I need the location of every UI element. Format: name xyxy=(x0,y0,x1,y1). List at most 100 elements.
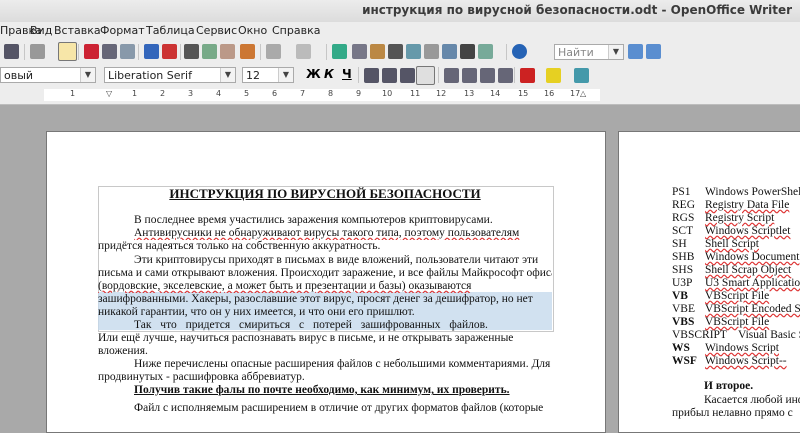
desc-cell[interactable]: Windows Script xyxy=(705,342,779,355)
ext-cell[interactable]: WS xyxy=(672,342,690,355)
paste-icon[interactable] xyxy=(220,44,235,59)
paragraph-line[interactable]: Файл с исполняемым расширением в отличие… xyxy=(98,402,552,415)
find-previous-up-icon[interactable] xyxy=(646,44,661,59)
ext-cell[interactable]: SH xyxy=(672,238,687,251)
ext-cell[interactable]: VBSCRIPT xyxy=(672,329,727,342)
tab-marker-icon[interactable]: △ xyxy=(580,89,586,98)
paragraph-line[interactable]: зашифрованными. Хакеры, разославшие этот… xyxy=(98,293,552,306)
paragraph-line[interactable]: Так что придется смириться с потерей заш… xyxy=(98,319,552,332)
ext-cell[interactable]: REG xyxy=(672,199,695,212)
align-center-icon[interactable] xyxy=(382,68,397,83)
desc-cell[interactable]: Registry Data File xyxy=(705,199,789,212)
format-paintbrush-icon[interactable] xyxy=(240,44,255,59)
edit-file-icon[interactable] xyxy=(30,44,45,59)
desc-cell[interactable]: VBScript Encoded Script xyxy=(705,303,800,316)
align-left-icon[interactable] xyxy=(364,68,379,83)
chevron-down-icon[interactable]: ▼ xyxy=(278,68,293,82)
paragraph-line[interactable]: письма и сами открывают вложения. Происх… xyxy=(98,267,552,280)
menu-help[interactable]: Справка xyxy=(272,24,320,37)
paragraph-line[interactable]: вложения. xyxy=(98,345,552,358)
paragraph-line[interactable]: никакой гарантии, что он у них имеется, … xyxy=(98,306,552,319)
help-icon[interactable] xyxy=(512,44,527,59)
bullets-icon[interactable] xyxy=(462,68,477,83)
underline-button[interactable]: Ч xyxy=(342,67,352,81)
desc-cell[interactable]: Registry Script xyxy=(705,212,774,225)
chevron-down-icon[interactable]: ▼ xyxy=(220,68,235,82)
paragraph-line[interactable]: прибыл нелавно прямо с xyxy=(672,407,793,420)
numbering-icon[interactable] xyxy=(444,68,459,83)
horizontal-ruler[interactable]: 1 ▽ 1 2 3 4 5 6 7 8 9 10 11 12 13 14 15 … xyxy=(44,89,600,101)
autospellcheck-icon[interactable] xyxy=(162,44,177,59)
paragraph-line[interactable]: Ниже перечислены опасные расширения файл… xyxy=(98,358,552,371)
align-right-icon[interactable] xyxy=(400,68,415,83)
chevron-down-icon[interactable]: ▼ xyxy=(608,45,623,59)
desc-cell[interactable]: VBScript File xyxy=(705,290,769,303)
font-name-select[interactable]: Liberation Serif ▼ xyxy=(104,67,236,83)
paragraph-style-select[interactable]: овый ▼ xyxy=(0,67,96,83)
save-icon[interactable] xyxy=(4,44,19,59)
menu-table[interactable]: Таблица xyxy=(146,24,195,37)
gallery-icon[interactable] xyxy=(424,44,439,59)
desc-cell[interactable]: Windows PowerShell xyxy=(705,186,800,199)
ext-cell[interactable]: VB xyxy=(672,290,688,303)
copy-icon[interactable] xyxy=(202,44,217,59)
highlighting-icon[interactable] xyxy=(546,68,561,83)
menu-insert[interactable]: Вставка xyxy=(54,24,101,37)
menu-window[interactable]: Окно xyxy=(238,24,267,37)
nonprinting-chars-icon[interactable] xyxy=(460,44,475,59)
table-icon[interactable] xyxy=(352,44,367,59)
export-pdf-icon[interactable] xyxy=(84,44,99,59)
hyperlink-icon[interactable] xyxy=(332,44,347,59)
ext-cell[interactable]: WSF xyxy=(672,355,697,368)
desc-cell[interactable]: Shell Scrap Object xyxy=(705,264,791,277)
cut-icon[interactable] xyxy=(184,44,199,59)
desc-cell[interactable]: U3 Smart Application xyxy=(705,277,800,290)
paragraph-line[interactable]: придётся надеяться только на собственную… xyxy=(98,240,552,253)
desc-cell[interactable]: Visual Basic Script xyxy=(738,329,800,342)
paragraph-line[interactable]: (вордовские, экселевские, а может быть и… xyxy=(98,280,552,293)
menu-format[interactable]: Формат xyxy=(100,24,145,37)
paragraph-line[interactable]: В последнее время участились заражения к… xyxy=(98,214,552,227)
ext-cell[interactable]: VBS xyxy=(672,316,694,329)
section-heading[interactable]: И второе. xyxy=(704,380,753,393)
paragraph-line[interactable]: Или ещё лучше, научиться распознавать ви… xyxy=(98,332,552,345)
chevron-down-icon[interactable]: ▼ xyxy=(80,68,95,82)
menu-tools[interactable]: Сервис xyxy=(196,24,237,37)
ext-cell[interactable]: SCT xyxy=(672,225,693,238)
print-icon[interactable] xyxy=(102,44,117,59)
indent-marker-icon[interactable]: ▽ xyxy=(106,89,112,98)
desc-cell[interactable]: Shell Script xyxy=(705,238,759,251)
document-heading[interactable]: ИНСТРУКЦИЯ ПО ВИРУСНОЙ БЕЗОПАСНОСТИ xyxy=(98,186,552,202)
paragraph-line[interactable]: Получив такие фалы по почте необходимо, … xyxy=(98,384,552,397)
find-next-down-icon[interactable] xyxy=(628,44,643,59)
redo-icon[interactable] xyxy=(296,44,311,59)
desc-cell[interactable]: Windows Document xyxy=(705,251,799,264)
background-color-icon[interactable] xyxy=(574,68,589,83)
desc-cell[interactable]: Windows Scriptlet xyxy=(705,225,790,238)
decrease-indent-icon[interactable] xyxy=(480,68,495,83)
undo-icon[interactable] xyxy=(266,44,281,59)
zoom-icon[interactable] xyxy=(478,44,493,59)
ext-cell[interactable]: VBE xyxy=(672,303,695,316)
ext-cell[interactable]: U3P xyxy=(672,277,692,290)
find-replace-icon[interactable] xyxy=(388,44,403,59)
find-input[interactable]: Найти ▼ xyxy=(554,44,624,60)
ext-cell[interactable]: SHB xyxy=(672,251,694,264)
paragraph-line[interactable]: продвинутых - расшифровка аббревиатур. xyxy=(98,371,552,384)
menu-view[interactable]: Вид xyxy=(30,24,52,37)
data-sources-icon[interactable] xyxy=(442,44,457,59)
paragraph-line[interactable]: Касается любой инф xyxy=(704,394,800,407)
paragraph-line[interactable]: Эти криптовирусы приходят в письмах в ви… xyxy=(98,254,552,267)
desc-cell[interactable]: Windows Script-- xyxy=(705,355,787,368)
edit-mode-icon[interactable] xyxy=(58,42,77,61)
desc-cell[interactable]: VBScript File xyxy=(705,316,769,329)
print-preview-icon[interactable] xyxy=(120,44,135,59)
ext-cell[interactable]: RGS xyxy=(672,212,694,225)
ext-cell[interactable]: PS1 xyxy=(672,186,691,199)
italic-button[interactable]: К xyxy=(324,67,334,81)
font-color-icon[interactable] xyxy=(520,68,535,83)
font-size-select[interactable]: 12 ▼ xyxy=(242,67,294,83)
increase-indent-icon[interactable] xyxy=(498,68,513,83)
navigator-icon[interactable] xyxy=(406,44,421,59)
paragraph-line[interactable]: Антивирусники не обнаруживают вирусы так… xyxy=(98,227,552,240)
